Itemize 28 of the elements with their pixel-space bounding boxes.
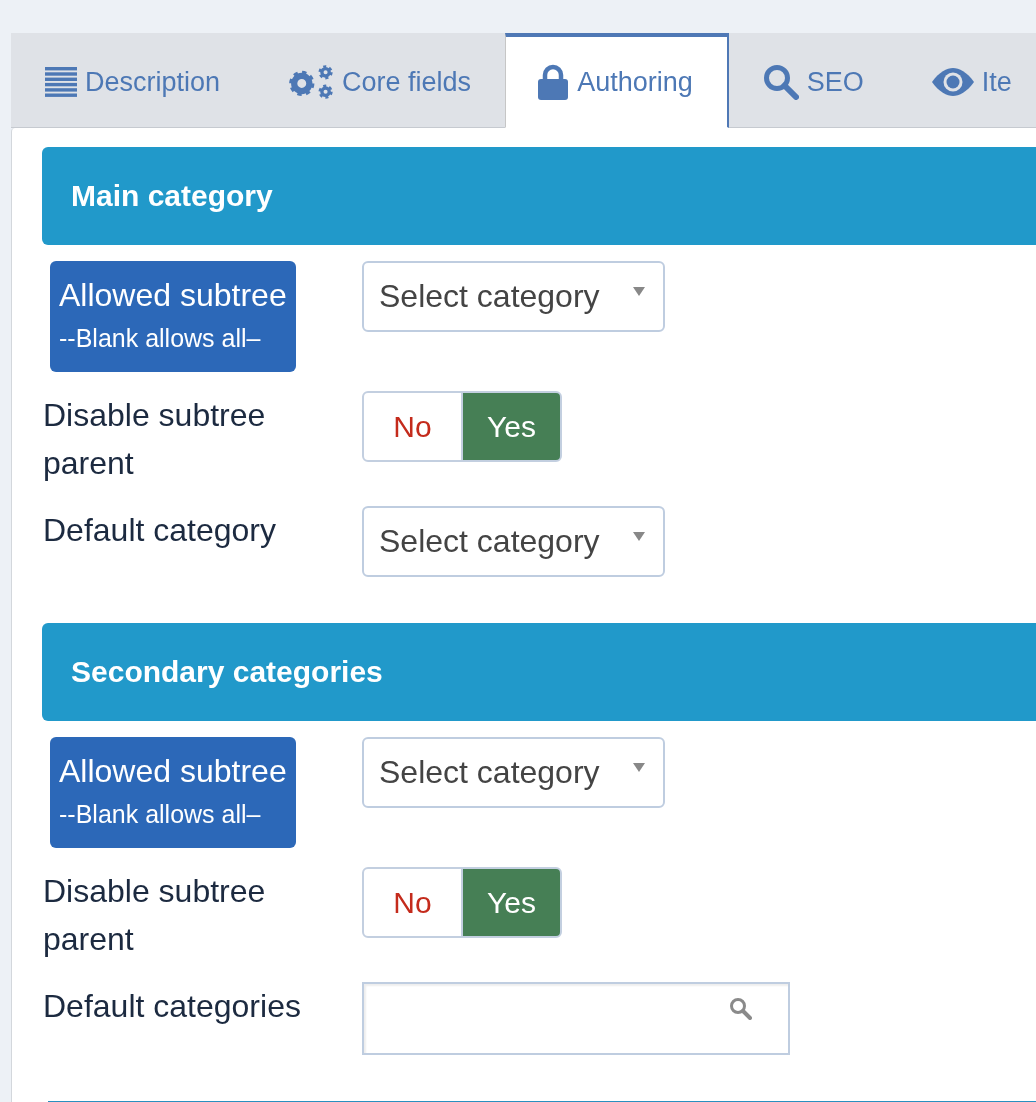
- lock-icon: [537, 64, 570, 100]
- field-hint: --Blank allows all–: [59, 323, 262, 354]
- category-dropdown[interactable]: Select category: [362, 737, 665, 808]
- field-label: Default categories: [42, 987, 301, 1026]
- category-dropdown[interactable]: Select category: [362, 261, 665, 332]
- section-header: Main category: [42, 147, 1036, 245]
- toggle-option[interactable]: No: [362, 867, 462, 938]
- caret-icon: [633, 532, 645, 541]
- list-icon: [45, 67, 77, 97]
- eye-icon: [931, 68, 974, 96]
- field-label: Disable subtree parent: [42, 872, 267, 959]
- search-field[interactable]: [362, 982, 790, 1055]
- search-icon: [729, 997, 752, 1020]
- caret-icon: [633, 763, 645, 772]
- field-hint: --Blank allows all–: [59, 799, 262, 830]
- search-icon: [762, 64, 799, 100]
- field-label: Disable subtree parent: [42, 396, 267, 483]
- toggle-option[interactable]: No: [362, 391, 462, 462]
- category-dropdown[interactable]: Select category: [362, 506, 665, 577]
- toggle-option[interactable]: Yes: [462, 867, 562, 938]
- field-label: Allowed subtree: [59, 752, 287, 791]
- gears-icon: [288, 65, 335, 99]
- section-header: Secondary categories: [42, 623, 1036, 721]
- toggle-option[interactable]: Yes: [462, 391, 562, 462]
- tab[interactable]: Authoring: [505, 33, 729, 128]
- field-label: Allowed subtree: [59, 276, 287, 315]
- caret-icon: [633, 287, 645, 296]
- field-label: Default category: [42, 511, 276, 550]
